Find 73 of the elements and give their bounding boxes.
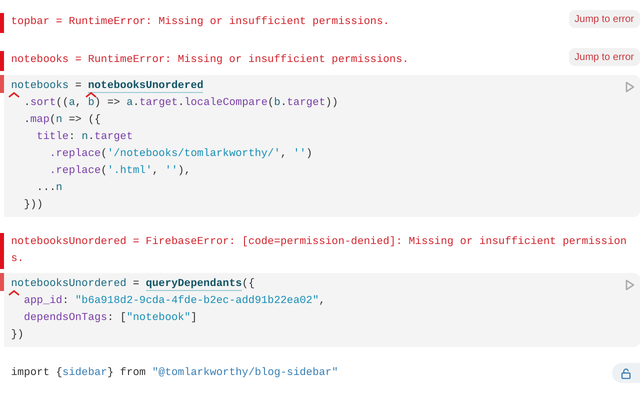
code-token[interactable]: queryDependants: [146, 278, 242, 291]
code-token: ((: [56, 97, 69, 109]
code-token: '/notebooks/tomlarkworthy/': [107, 148, 280, 160]
code-cell[interactable]: notebooksUnordered = queryDependants({ app_id: "b6a918d2-9cda-4fde-b2ec-add91b22ea02", dependsOnTags: ["notebook"] }): [4, 273, 640, 347]
code-token: => ({: [68, 114, 101, 126]
code-token: n: [56, 114, 62, 126]
code-token: "b6a918d2-9cda-4fde-b2ec-add91b22ea02": [75, 295, 319, 307]
code-token: ]: [190, 312, 198, 324]
code-token: (: [100, 165, 108, 177]
error-message: notebooksUnordered = FirebaseError: [code=permission-denied]: Missing or insufficient permissions.: [10, 235, 628, 267]
code-token: notebooksUnordered: [11, 278, 126, 290]
code-token: }): [11, 329, 24, 341]
code-token: b: [88, 97, 94, 109]
code-token: target: [139, 97, 178, 109]
code-token: (: [50, 114, 56, 126]
code-token: '': [293, 148, 306, 160]
code-token: ({: [242, 278, 255, 290]
code-token: ...: [36, 182, 56, 194]
code-token: ) =>: [94, 97, 122, 109]
unlock-icon: [621, 368, 631, 378]
code-token: :: [62, 295, 70, 307]
code-token: notebooks: [11, 80, 69, 92]
code-token: sidebar: [62, 366, 108, 378]
code-token: sort: [30, 97, 56, 109]
code-token: localeCompare: [184, 97, 268, 109]
code-token: a: [126, 97, 133, 109]
play-icon[interactable]: [625, 279, 635, 291]
code-token: dependsOnTags: [24, 312, 108, 324]
code-token: .: [24, 114, 30, 126]
jump-to-error-button[interactable]: Jump to error: [568, 10, 640, 28]
unlock-button[interactable]: [612, 363, 640, 383]
code-token: .: [178, 97, 184, 109]
code-token: .: [24, 97, 30, 109]
code-token: .replace: [49, 165, 101, 177]
error-message: topbar = RuntimeError: Missing or insufficient permissions.: [10, 15, 390, 30]
code-token: '': [164, 165, 178, 177]
code-token: ): [306, 148, 312, 160]
code-token: .: [88, 131, 94, 143]
play-icon[interactable]: [625, 81, 635, 93]
code-token: ),: [178, 165, 191, 177]
code-token: map: [30, 114, 50, 126]
code-token: a: [68, 97, 76, 109]
code-token: n: [56, 182, 62, 194]
code-token: .replace: [49, 148, 101, 160]
code-token: title: [36, 131, 69, 143]
code-token: } from: [107, 366, 147, 378]
code-token: ,: [75, 97, 83, 109]
code-token: =: [132, 278, 140, 290]
code-token: ,: [318, 295, 326, 307]
code-token: "@tomlarkworthy/blog-sidebar": [152, 366, 338, 378]
code-token: "notebook": [126, 312, 191, 324]
code-token: (: [100, 148, 108, 160]
code-token: target: [286, 97, 326, 109]
code-token: ,: [152, 165, 160, 177]
code-token: .: [280, 97, 287, 109]
code-token: import {: [11, 366, 62, 378]
code-token: .: [132, 97, 140, 109]
code-token: : [: [107, 312, 126, 324]
code-token: (: [268, 97, 274, 109]
code-token: )): [325, 97, 338, 109]
code-cell[interactable]: notebooks = notebooksUnordered .sort((a, b) => a.target.localeCompare(b.target)) .map(n => ({ title: n.target .replace('/notebooks/tomlarkworthy/', '') .replace('.html', ''), ...n })): [4, 75, 640, 217]
code-token: app_id: [24, 295, 62, 307]
error-message: notebooks = RuntimeError: Missing or insufficient permissions.: [10, 53, 410, 68]
code-token: n: [82, 131, 88, 143]
code-token: '.html': [107, 165, 152, 177]
jump-to-error-button[interactable]: Jump to error: [568, 48, 640, 66]
code-token[interactable]: notebooksUnordered: [88, 80, 204, 93]
code-token: =: [75, 80, 83, 92]
code-token: target: [94, 131, 133, 143]
code-token: ,: [280, 148, 288, 160]
code-token: })): [24, 199, 44, 211]
code-token: :: [68, 131, 76, 143]
code-token: b: [274, 97, 280, 109]
